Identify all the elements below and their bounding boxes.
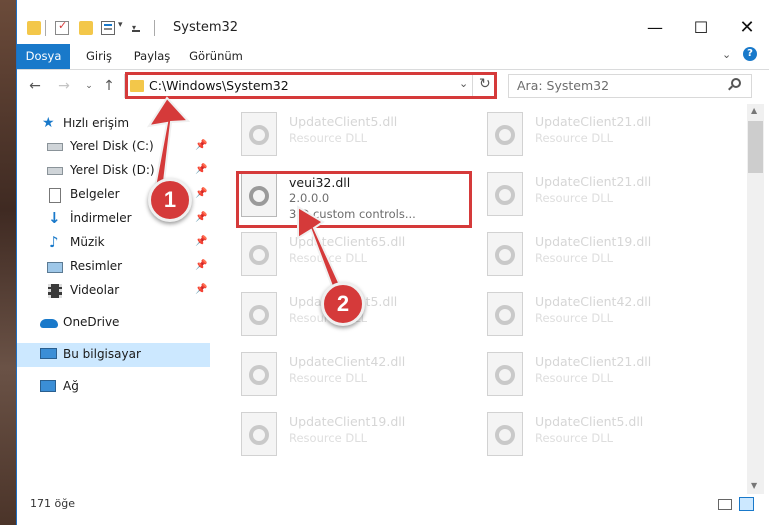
file-explorer-window: ✓ ▾ ▾ System32 — ☐ ✕ Dosya Giriş Paylaş … bbox=[16, 0, 769, 525]
annotation-arrow-1 bbox=[146, 96, 191, 192]
annotation-arrows bbox=[146, 96, 348, 304]
step-badge-1: 1 bbox=[148, 178, 192, 222]
step-badge-2: 2 bbox=[321, 282, 365, 326]
desktop-wallpaper bbox=[0, 0, 16, 525]
